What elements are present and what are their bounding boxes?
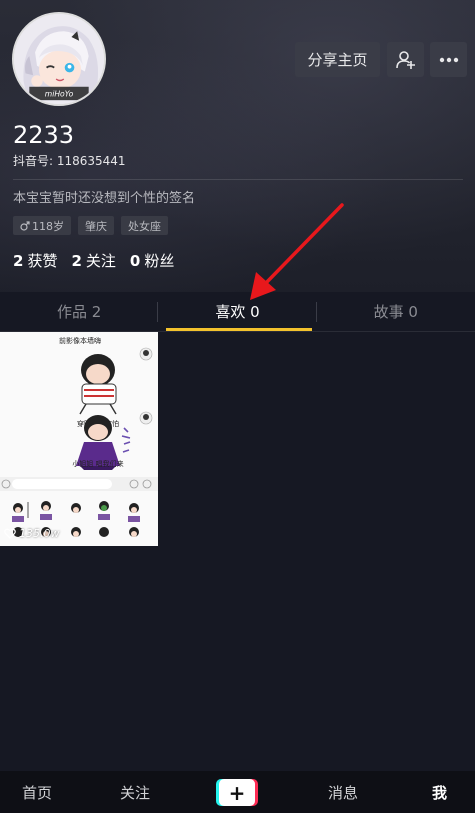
more-icon: [439, 57, 458, 62]
heart-icon: [4, 528, 16, 539]
profile-tabs: 作品 2 喜欢 0 故事 0: [0, 292, 475, 332]
nickname: 2233: [13, 121, 75, 149]
tab-works[interactable]: 作品 2: [0, 292, 159, 331]
nav-me[interactable]: 我: [432, 771, 447, 813]
video-likes: 135.0w: [4, 527, 60, 540]
stat-followers[interactable]: 0 粉丝: [130, 250, 174, 271]
divider: [13, 179, 463, 180]
add-friend-icon: [395, 50, 415, 69]
tab-works-label: 作品 2: [57, 303, 102, 321]
tag-zodiac-label: 处女座: [128, 219, 161, 233]
stat-likes-count: 2: [13, 252, 24, 270]
male-icon: [20, 220, 30, 231]
create-label: +: [228, 780, 246, 805]
nav-messages-label: 消息: [328, 783, 359, 802]
video-thumbnail: 前影像本墙嗨 穿暗衣服害怕 小姐姐 唱我们来: [0, 332, 158, 546]
profile-tags: 118岁 肇庆 处女座: [13, 216, 168, 235]
stat-following-count: 2: [71, 252, 82, 270]
more-button[interactable]: [430, 42, 467, 77]
avatar-watermark: miHoYo: [45, 89, 74, 98]
active-tab-indicator: [166, 328, 312, 331]
tab-stories[interactable]: 故事 0: [317, 292, 475, 331]
stat-following-label: 关注: [85, 252, 116, 270]
stat-followers-label: 粉丝: [144, 252, 175, 270]
nav-me-label: 我: [432, 783, 448, 802]
tag-city: 肇庆: [78, 216, 114, 235]
plus-icon: +: [219, 779, 255, 806]
video-caption-1: 前影像本墙嗨: [59, 336, 101, 345]
tab-likes[interactable]: 喜欢 0: [158, 292, 317, 331]
tab-likes-label: 喜欢 0: [215, 303, 260, 321]
nav-home[interactable]: 首页: [22, 771, 52, 813]
bio: 本宝宝暂时还没想到个性的签名: [13, 191, 196, 206]
tab-stories-label: 故事 0: [373, 303, 418, 321]
tag-city-label: 肇庆: [85, 219, 107, 233]
avatar[interactable]: miHoYo: [12, 12, 106, 106]
stat-likes[interactable]: 2 获赞: [13, 250, 57, 271]
tag-age-label: 118岁: [32, 219, 64, 233]
add-friend-button[interactable]: [387, 42, 424, 77]
tag-age: 118岁: [13, 216, 71, 235]
nav-home-label: 首页: [22, 783, 53, 802]
douyin-id: 抖音号: 118635441: [13, 154, 126, 168]
share-profile-label: 分享主页: [307, 51, 368, 69]
video-likes-count: 135.0w: [19, 527, 60, 540]
nav-messages[interactable]: 消息: [328, 771, 358, 813]
stat-following[interactable]: 2 关注: [71, 250, 115, 271]
profile-stats: 2 获赞 2 关注 0 粉丝: [13, 250, 174, 271]
tag-zodiac: 处女座: [121, 216, 168, 235]
nav-follow-label: 关注: [120, 783, 151, 802]
share-profile-button[interactable]: 分享主页: [295, 42, 380, 77]
stat-followers-count: 0: [129, 252, 141, 270]
nav-follow[interactable]: 关注: [120, 771, 150, 813]
liked-video-card[interactable]: 前影像本墙嗨 穿暗衣服害怕 小姐姐 唱我们来: [0, 332, 158, 546]
stat-likes-label: 获赞: [27, 252, 58, 270]
video-caption-3: 小姐姐 唱我们来: [72, 459, 123, 468]
create-button[interactable]: +: [216, 779, 258, 806]
